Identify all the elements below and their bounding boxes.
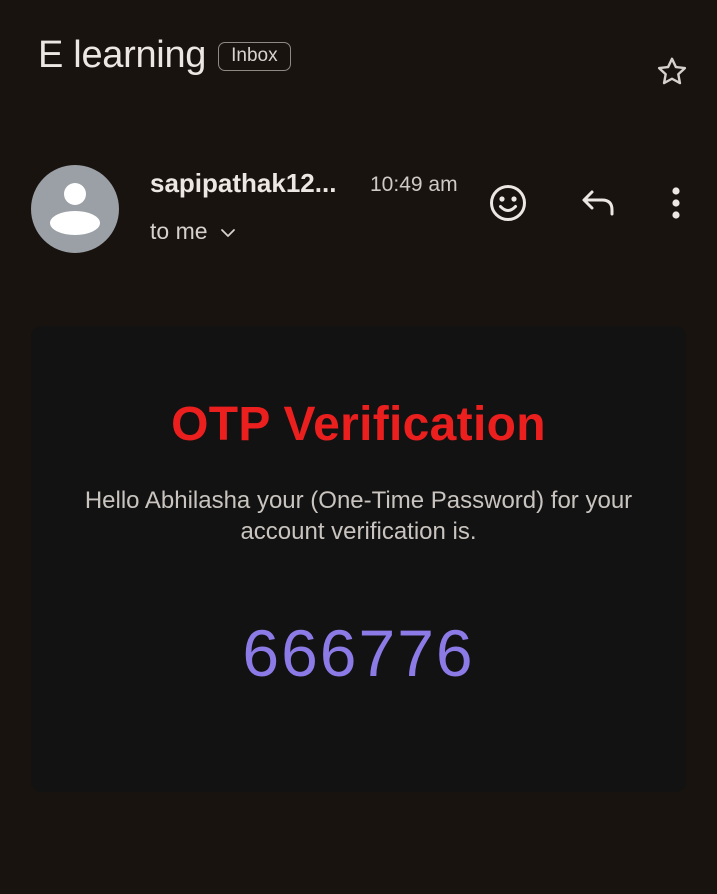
person-avatar-icon xyxy=(50,183,100,235)
otp-code: 666776 xyxy=(242,616,475,690)
star-icon[interactable] xyxy=(652,52,692,92)
reply-icon xyxy=(582,190,614,216)
email-subject: E learning xyxy=(38,34,207,76)
recipient-label: to me xyxy=(150,218,208,244)
sender-avatar[interactable] xyxy=(31,165,119,253)
chevron-down-icon xyxy=(220,228,235,237)
message-time: 10:49 am xyxy=(370,173,458,196)
message-body-card: OTP Verification Hello Abhilasha your (O… xyxy=(31,326,686,792)
reply-button[interactable] xyxy=(576,181,620,225)
more-options-button[interactable] xyxy=(656,181,696,225)
inbox-label-chip[interactable]: Inbox xyxy=(218,42,291,71)
more-vertical-icon xyxy=(672,187,680,219)
recipient-details-toggle[interactable]: to me xyxy=(150,218,236,245)
subject-row: E learning Inbox xyxy=(38,34,291,77)
smiley-icon xyxy=(490,185,526,221)
add-reaction-button[interactable] xyxy=(486,181,530,225)
sender-name[interactable]: sapipathak12... xyxy=(150,168,336,199)
otp-title: OTP Verification xyxy=(171,398,546,451)
otp-message-text: Hello Abhilasha your (One-Time Password)… xyxy=(84,487,633,545)
